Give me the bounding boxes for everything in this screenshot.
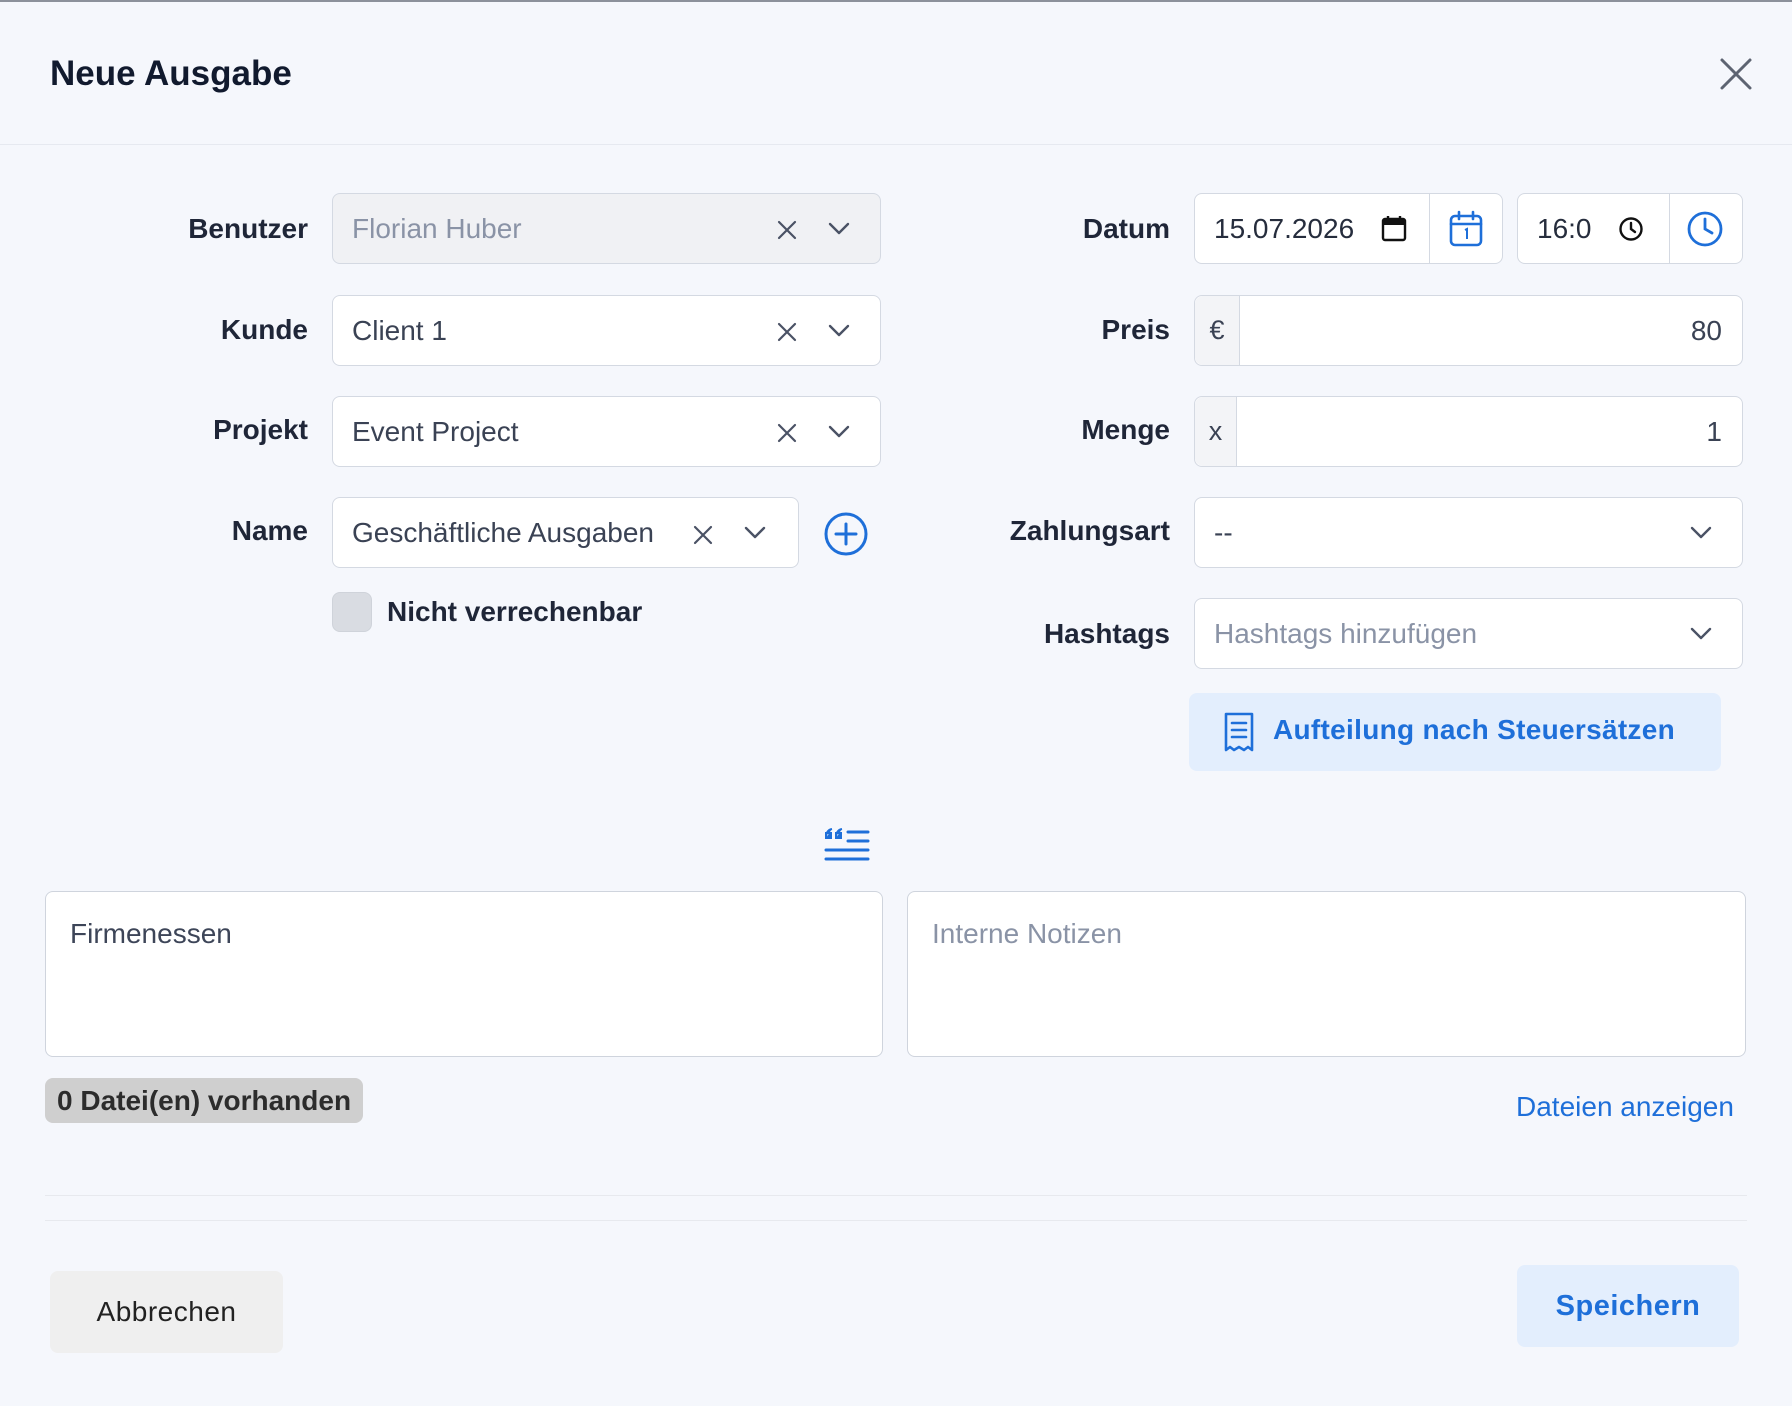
name-label: Name: [231, 515, 308, 546]
file-count-badge: 0 Datei(en) vorhanden: [45, 1078, 364, 1123]
payment-method-label: Zahlungsart: [1009, 515, 1170, 546]
client-select[interactable]: Client 1: [332, 295, 881, 366]
date-picker-native-icon[interactable]: [1381, 215, 1407, 243]
quantity-input[interactable]: x 1: [1194, 396, 1743, 467]
user-label: Benutzer: [188, 213, 308, 244]
project-label: Projekt: [213, 414, 308, 445]
clock-icon[interactable]: [1686, 210, 1724, 248]
expense-name-select[interactable]: Geschäftliche Ausgaben: [332, 497, 799, 568]
internal-notes-placeholder: Interne Notizen: [932, 918, 1122, 949]
price-value: 80: [1690, 315, 1722, 346]
new-expense-dialog: Neue Ausgabe Benutzer Florian Huber Kund…: [0, 0, 1792, 1406]
chevron-down-icon[interactable]: [827, 218, 851, 238]
project-select[interactable]: Event Project: [332, 396, 881, 467]
date-input[interactable]: 15.07.2026: [1194, 193, 1503, 264]
hashtags-placeholder: Hashtags hinzufügen: [1214, 618, 1478, 649]
receipt-icon: [1224, 712, 1254, 752]
tax-split-label: Aufteilung nach Steuersätzen: [1273, 714, 1676, 745]
clear-icon[interactable]: [777, 423, 797, 443]
tax-split-button[interactable]: Aufteilung nach Steuersätzen: [1189, 693, 1721, 771]
chevron-down-icon[interactable]: [827, 320, 851, 340]
close-icon[interactable]: [1718, 56, 1754, 92]
date-value: 15.07.2026: [1214, 213, 1355, 244]
chevron-down-icon[interactable]: [827, 421, 851, 441]
chevron-down-icon[interactable]: [1689, 623, 1713, 643]
currency-addon: €: [1195, 296, 1240, 365]
date-label: Datum: [1082, 213, 1170, 244]
divider: [45, 1195, 1747, 1196]
clear-icon[interactable]: [777, 322, 797, 342]
calendar-icon[interactable]: [1448, 210, 1484, 248]
internal-notes-textarea[interactable]: Interne Notizen: [907, 891, 1746, 1057]
price-label: Preis: [1101, 314, 1171, 345]
description-value: Firmenessen: [70, 918, 232, 949]
hashtags-select[interactable]: Hashtags hinzufügen: [1194, 598, 1743, 669]
description-textarea[interactable]: Firmenessen: [45, 891, 883, 1057]
divider: [45, 1220, 1747, 1221]
chevron-down-icon[interactable]: [743, 522, 767, 542]
chevron-down-icon[interactable]: [1689, 522, 1713, 542]
time-input[interactable]: 16:0: [1517, 193, 1743, 264]
not-billable-label: Nicht verrechenbar: [387, 596, 643, 627]
clear-icon[interactable]: [693, 525, 713, 545]
add-circle-icon[interactable]: [823, 511, 869, 557]
dialog-header: Neue Ausgabe: [0, 2, 1792, 145]
quantity-label: Menge: [1081, 414, 1170, 445]
expense-name-value: Geschäftliche Ausgaben: [352, 517, 654, 548]
hashtags-label: Hashtags: [1043, 618, 1170, 649]
payment-method-value: --: [1214, 517, 1233, 548]
dialog-title: Neue Ausgabe: [50, 54, 292, 93]
show-files-link[interactable]: Dateien anzeigen: [1516, 1091, 1734, 1123]
client-label: Kunde: [220, 314, 308, 345]
client-value: Client 1: [352, 315, 447, 346]
clear-icon[interactable]: [777, 220, 797, 240]
time-value: 16:0: [1537, 213, 1592, 244]
quantity-value: 1: [1706, 416, 1722, 447]
clock-native-icon[interactable]: [1618, 216, 1644, 242]
quote-text-icon[interactable]: [823, 826, 871, 864]
save-button[interactable]: Speichern: [1517, 1265, 1739, 1347]
not-billable-checkbox[interactable]: [332, 592, 372, 632]
user-value: Florian Huber: [352, 213, 522, 244]
project-value: Event Project: [352, 416, 519, 447]
cancel-button[interactable]: Abbrechen: [50, 1271, 283, 1353]
payment-method-select[interactable]: --: [1194, 497, 1743, 568]
user-select[interactable]: Florian Huber: [332, 193, 881, 264]
quantity-prefix: x: [1195, 397, 1237, 466]
price-input[interactable]: € 80: [1194, 295, 1743, 366]
